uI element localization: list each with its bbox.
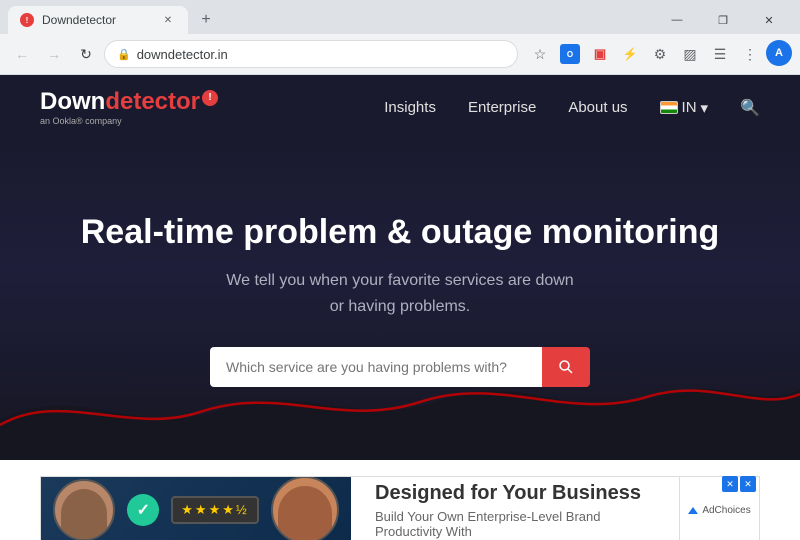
tab-close-button[interactable]: ✕ <box>160 12 176 28</box>
ad-person2 <box>271 476 339 540</box>
split-view-icon[interactable]: ▨ <box>676 40 704 68</box>
dd-exclaim-badge: ! <box>202 90 218 106</box>
ad-image-section: ✓ ★★★★½ <box>41 477 351 540</box>
bookmark-icon[interactable]: ☆ <box>526 40 554 68</box>
back-button[interactable]: ← <box>8 40 36 68</box>
search-icon <box>558 359 574 375</box>
tab-title: Downdetector <box>42 13 116 27</box>
dd-logo-detector: detector <box>105 88 200 115</box>
dd-logo-text: Downdetector! <box>40 90 218 114</box>
ad-content-title: Designed for Your Business <box>375 482 655 505</box>
website-content: Downdetector! an Ookla® company Insights… <box>0 75 800 540</box>
nav-about[interactable]: About us <box>568 99 627 116</box>
active-tab[interactable]: ! Downdetector ✕ <box>8 6 188 34</box>
ad-banner[interactable]: ✓ ★★★★½ Designed for Your Business Build… <box>40 476 680 540</box>
hero-subtitle-line1: We tell you when your favorite services … <box>226 272 573 289</box>
region-chevron-icon: ▾ <box>701 99 709 117</box>
india-flag-icon <box>660 101 678 114</box>
dd-logo[interactable]: Downdetector! an Ookla® company <box>40 90 218 126</box>
dd-logo-sub: an Ookla® company <box>40 116 218 126</box>
new-tab-button[interactable]: + <box>192 6 220 34</box>
adchoices-triangle-icon <box>688 507 698 514</box>
address-bar[interactable]: 🔒 downdetector.in <box>104 40 518 68</box>
hero-search-button[interactable] <box>542 347 590 387</box>
ad-person1 <box>53 479 115 540</box>
browser-actions: ☆ O ▣ ⚡ ⚙ ▨ ☰ ⋮ A <box>522 40 792 68</box>
ookla-badge: O <box>560 44 580 64</box>
hero-subtitle: We tell you when your favorite services … <box>226 268 573 319</box>
minimize-button[interactable]: — <box>654 3 700 37</box>
region-label: IN <box>682 99 697 116</box>
url-text: downdetector.in <box>137 47 228 62</box>
dd-navbar: Downdetector! an Ookla® company Insights… <box>0 75 800 140</box>
adchoices-content: AdChoices <box>688 505 750 516</box>
nav-enterprise[interactable]: Enterprise <box>468 99 536 116</box>
sidebar-icon[interactable]: ☰ <box>706 40 734 68</box>
dd-nav-links: Insights Enterprise About us IN ▾ 🔍 <box>384 98 760 118</box>
ad-close-button[interactable]: ✕ <box>722 476 738 492</box>
hero-subtitle-line2: or having problems. <box>330 298 471 315</box>
navbar-search-icon[interactable]: 🔍 <box>740 98 760 118</box>
nav-insights[interactable]: Insights <box>384 99 436 116</box>
ad-section: ✕ ✕ ✓ ★★★★½ Designed for <box>0 460 800 540</box>
ad-stars-rating: ★★★★½ <box>171 496 258 524</box>
menu-icon[interactable]: ⋮ <box>736 40 764 68</box>
ad-x2-button[interactable]: ✕ <box>740 476 756 492</box>
hero-search-form <box>210 347 590 387</box>
tab-bar: ! Downdetector ✕ + — ❐ ✕ <box>0 0 800 34</box>
reload-button[interactable]: ↻ <box>72 40 100 68</box>
close-window-button[interactable]: ✕ <box>746 3 792 37</box>
extensions-icon[interactable]: ⚙ <box>646 40 674 68</box>
ookla-icon[interactable]: O <box>556 40 584 68</box>
hero-section: Real-time problem & outage monitoring We… <box>0 140 800 460</box>
window-controls: — ❐ ✕ <box>654 3 800 37</box>
browser-chrome: ! Downdetector ✕ + — ❐ ✕ ← → ↻ 🔒 downdet… <box>0 0 800 75</box>
tab-favicon: ! <box>20 13 34 27</box>
ad-check-icon: ✓ <box>127 494 159 526</box>
ad-content: Designed for Your Business Build Your Ow… <box>351 476 679 540</box>
ad-close-area: ✕ ✕ <box>722 476 756 492</box>
hero-search-input[interactable] <box>210 347 542 387</box>
ad-content-subtitle: Build Your Own Enterprise-Level Brand Pr… <box>375 509 655 539</box>
ad-block-icon[interactable]: ▣ <box>586 40 614 68</box>
lock-icon: 🔒 <box>117 48 131 61</box>
hero-title: Real-time problem & outage monitoring <box>81 213 719 252</box>
restore-button[interactable]: ❐ <box>700 3 746 37</box>
dd-logo-down: Down <box>40 88 105 115</box>
translate-icon[interactable]: ⚡ <box>616 40 644 68</box>
ad-stars: ★★★★½ <box>171 496 258 524</box>
profile-button[interactable]: A <box>766 40 792 66</box>
forward-button[interactable]: → <box>40 40 68 68</box>
adchoices-label: AdChoices <box>702 505 750 516</box>
nav-region[interactable]: IN ▾ <box>660 99 709 117</box>
address-bar-row: ← → ↻ 🔒 downdetector.in ☆ O ▣ ⚡ ⚙ ▨ ☰ ⋮ … <box>0 34 800 74</box>
